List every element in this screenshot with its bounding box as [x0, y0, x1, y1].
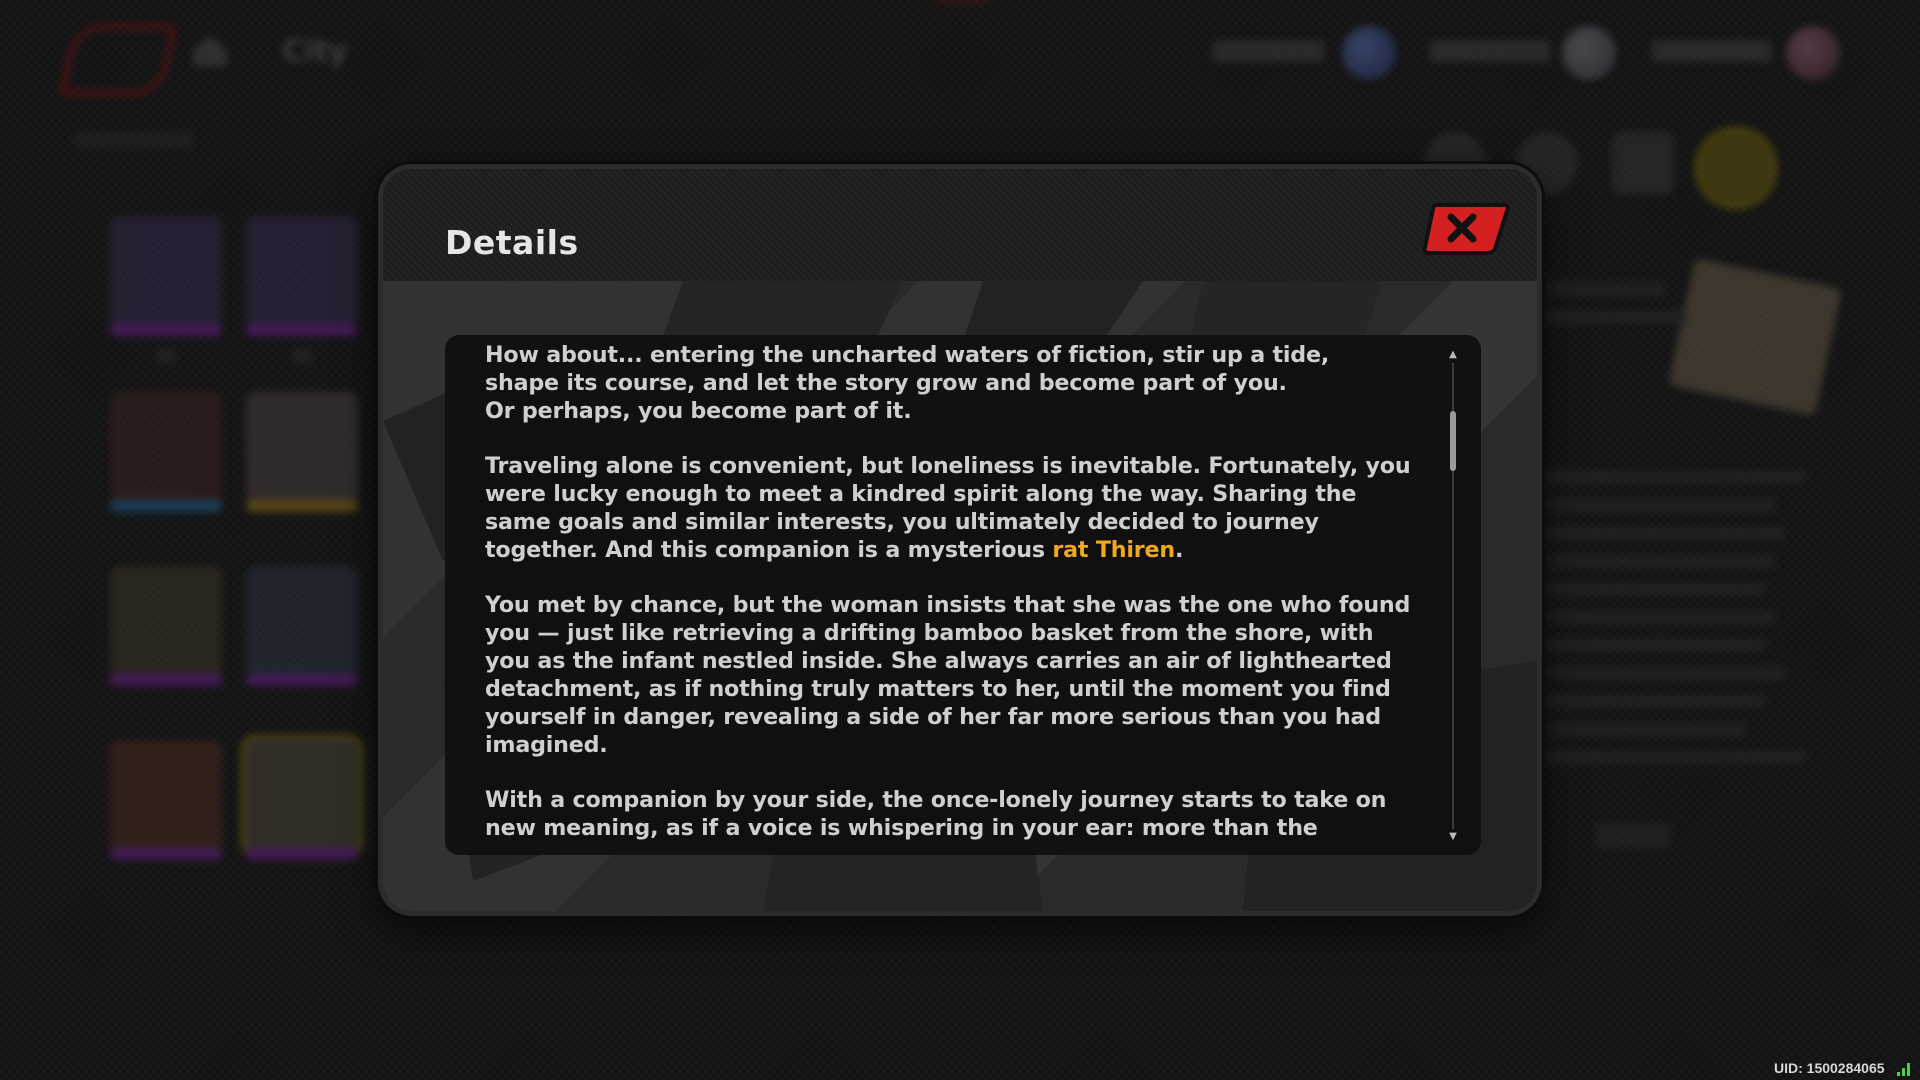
- story-paragraph: You met by chance, but the woman insists…: [485, 592, 1411, 758]
- story-paragraph: With a companion by your side, the once-…: [485, 787, 1387, 841]
- story-line: Or perhaps, you become part of it.: [485, 398, 912, 424]
- story-text-scroll[interactable]: How about... entering the uncharted wate…: [485, 341, 1415, 849]
- dialog-title: Details: [445, 223, 579, 262]
- close-button[interactable]: [1421, 199, 1511, 257]
- signal-icon: [1897, 1062, 1913, 1076]
- dialog-body: How about... entering the uncharted wate…: [383, 281, 1537, 911]
- story-text: Traveling alone is convenient, but lonel…: [485, 453, 1411, 563]
- details-dialog: Details How about... entering the unchar…: [378, 164, 1542, 916]
- close-x-icon: [1422, 203, 1510, 255]
- highlighted-name: rat Thiren: [1052, 537, 1175, 563]
- story-paragraph: Traveling alone is convenient, but lonel…: [485, 452, 1415, 564]
- uid-label: UID: 1500284065: [1774, 1060, 1885, 1076]
- story-line: How about... entering the uncharted wate…: [485, 342, 1330, 368]
- story-line: shape its course, and let the story grow…: [485, 370, 1287, 396]
- scrollbar[interactable]: ▲ ▼: [1445, 349, 1461, 843]
- story-text: .: [1174, 537, 1184, 563]
- text-panel[interactable]: How about... entering the uncharted wate…: [445, 335, 1481, 855]
- scroll-up-arrow-icon[interactable]: ▲: [1445, 349, 1461, 361]
- scroll-down-arrow-icon[interactable]: ▼: [1445, 831, 1461, 843]
- game-screen: City Details How about... entering the u…: [0, 0, 1920, 1080]
- dialog-header: Details: [383, 169, 1537, 281]
- scroll-thumb[interactable]: [1450, 411, 1456, 471]
- story-paragraph: How about... entering the uncharted wate…: [485, 341, 1415, 425]
